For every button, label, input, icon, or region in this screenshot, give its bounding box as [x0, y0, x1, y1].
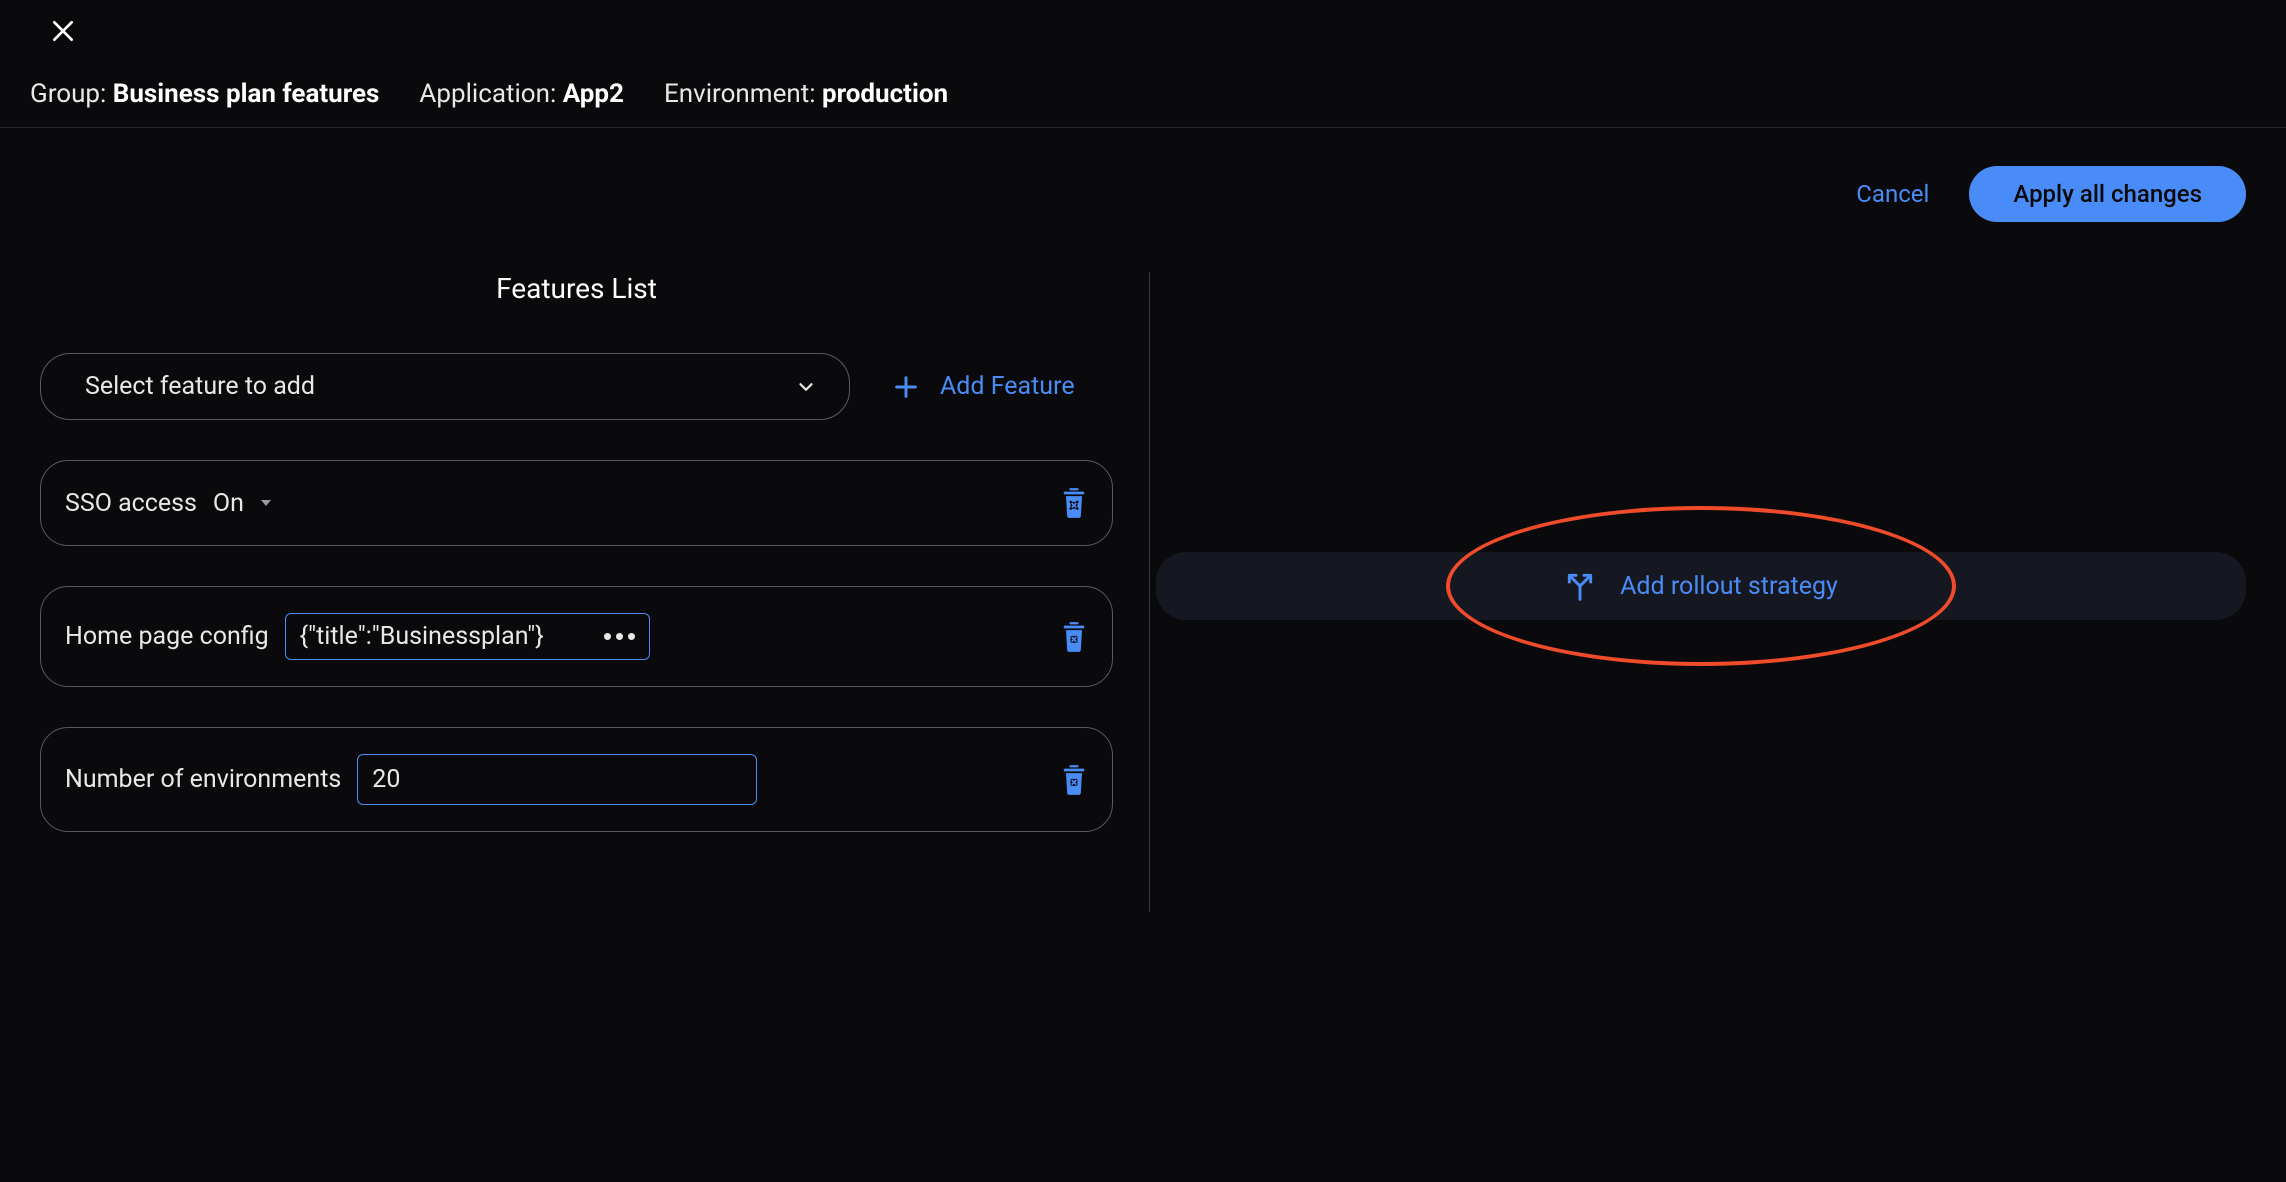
feature-row: Number of environments	[40, 727, 1113, 832]
delete-feature-button[interactable]	[1060, 487, 1088, 519]
feature-state-dropdown[interactable]: On	[213, 489, 278, 518]
feature-state-value: On	[213, 489, 244, 518]
feature-value-input[interactable]	[357, 754, 757, 805]
features-list-title: Features List	[40, 272, 1113, 305]
breadcrumb-application-value: App2	[563, 79, 624, 109]
plus-icon	[892, 373, 920, 401]
trash-icon	[1060, 487, 1088, 519]
breadcrumb-group-value: Business plan features	[113, 79, 380, 109]
select-feature-dropdown[interactable]: Select feature to add	[40, 353, 850, 420]
feature-name: Home page config	[65, 622, 269, 651]
close-icon	[50, 18, 76, 44]
feature-name: SSO access	[65, 489, 197, 518]
close-button[interactable]	[50, 18, 76, 44]
select-feature-placeholder: Select feature to add	[85, 372, 315, 401]
add-feature-button[interactable]: Add Feature	[892, 372, 1075, 401]
feature-name: Number of environments	[65, 765, 341, 794]
more-icon	[604, 633, 635, 640]
breadcrumb-environment-label: Environment:	[664, 79, 816, 109]
breadcrumb-environment-value: production	[822, 79, 948, 109]
split-arrows-icon	[1564, 570, 1596, 602]
delete-feature-button[interactable]	[1060, 764, 1088, 796]
breadcrumb-application-label: Application:	[419, 79, 556, 109]
rollout-panel: Add rollout strategy	[1150, 272, 2246, 912]
breadcrumb-group-label: Group:	[30, 79, 106, 109]
trash-icon	[1060, 764, 1088, 796]
feature-value-box[interactable]: {"title":"Businessplan"}	[285, 613, 650, 660]
breadcrumb-environment: Environment: production	[664, 79, 948, 109]
features-panel: Features List Select feature to add	[40, 272, 1150, 912]
feature-row: SSO access On	[40, 460, 1113, 546]
feature-value-text: {"title":"Businessplan"}	[300, 622, 544, 651]
add-feature-label: Add Feature	[940, 372, 1075, 401]
add-rollout-strategy-button[interactable]: Add rollout strategy	[1156, 552, 2246, 620]
cancel-button[interactable]: Cancel	[1856, 180, 1929, 208]
chevron-down-icon	[795, 376, 817, 398]
delete-feature-button[interactable]	[1060, 621, 1088, 653]
actions-bar: Cancel Apply all changes	[0, 128, 2286, 222]
chevron-down-icon	[254, 491, 278, 515]
feature-row: Home page config {"title":"Businessplan"…	[40, 586, 1113, 687]
add-rollout-strategy-label: Add rollout strategy	[1620, 572, 1838, 601]
apply-all-button[interactable]: Apply all changes	[1969, 166, 2246, 222]
breadcrumb-group: Group: Business plan features	[30, 79, 379, 109]
trash-icon	[1060, 621, 1088, 653]
breadcrumb-application: Application: App2	[419, 79, 624, 109]
breadcrumb: Group: Business plan features Applicatio…	[0, 49, 2286, 128]
